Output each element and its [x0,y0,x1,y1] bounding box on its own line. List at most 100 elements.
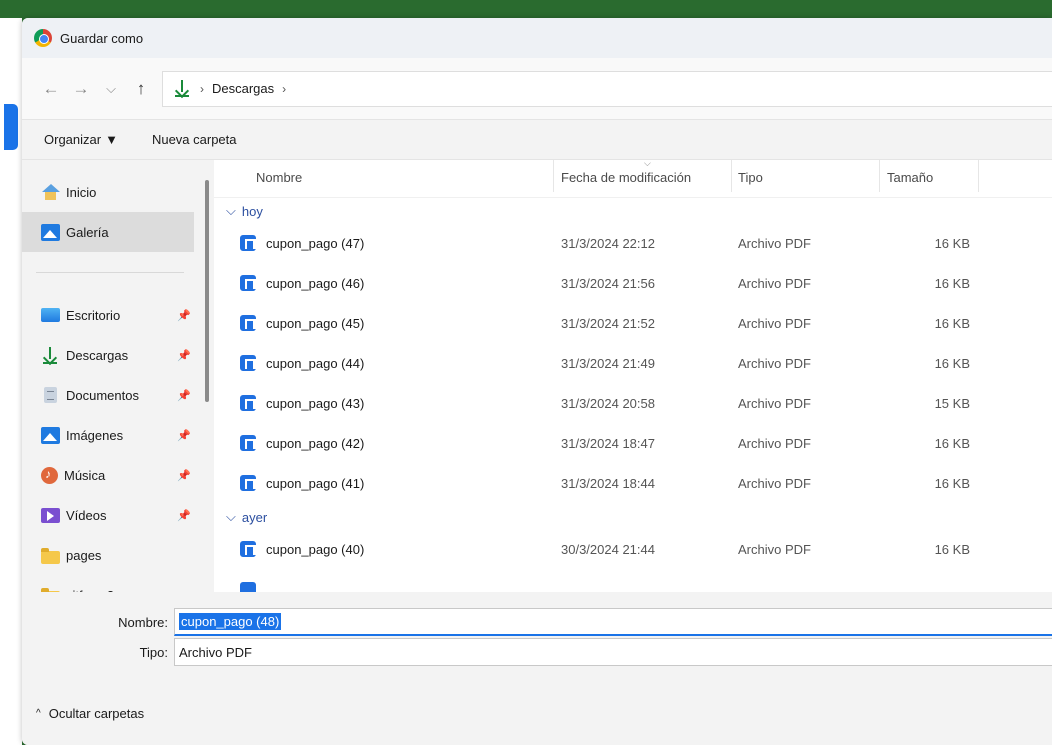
file-size: 16 KB [934,476,970,491]
hide-folders-label: Ocultar carpetas [48,706,145,721]
back-arrow-icon[interactable]: ← [36,74,66,104]
breadcrumb-separator-icon[interactable]: › [200,82,204,96]
column-header-size[interactable]: Tamaño [887,170,933,185]
sidebar-item-musica[interactable]: Música 📌 [22,455,214,495]
file-name: cupon_pago (46) [266,276,365,291]
desktop-icon [41,308,60,322]
pin-icon[interactable]: 📌 [177,309,191,322]
file-date: 30/3/2024 21:44 [561,542,655,557]
column-header-date[interactable]: Fecha de modificación [561,170,691,185]
file-name: cupon_pago (47) [266,236,365,251]
sidebar-item-pages[interactable]: pages [22,535,214,575]
sidebar-item-videos[interactable]: Vídeos 📌 [22,495,214,535]
sidebar-item-documentos[interactable]: Documentos 📌 [22,375,214,415]
file-size: 16 KB [934,276,970,291]
file-type-label: Tipo: [139,644,168,660]
file-size: 16 KB [934,356,970,371]
organize-menu-button[interactable]: Organizar ▼ [44,132,118,147]
column-divider[interactable] [731,160,732,192]
breadcrumb-descargas[interactable]: Descargas [212,81,274,96]
chevron-up-icon: ^ [36,708,41,719]
table-row[interactable]: cupon_pago (46) 31/3/2024 21:56 Archivo … [214,264,1052,304]
file-date: 31/3/2024 21:56 [561,276,655,291]
forward-arrow-icon[interactable]: → [66,74,96,104]
table-row[interactable]: cupon_pago (43) 31/3/2024 20:58 Archivo … [214,384,1052,424]
file-type: Archivo PDF [738,476,811,491]
file-date: 31/3/2024 18:44 [561,476,655,491]
sidebar-item-label: Galería [66,224,109,240]
group-header-hoy[interactable]: ⌵ hoy [214,198,1052,224]
pin-icon[interactable]: 📌 [177,389,191,402]
sidebar-item-descargas[interactable]: Descargas 📌 [22,335,214,375]
dialog-content: Inicio Galería Escritorio 📌 Descargas 📌 … [22,158,1052,604]
table-row[interactable]: cupon_pago (40) 30/3/2024 21:44 Archivo … [214,530,1052,570]
pin-icon[interactable]: 📌 [177,429,191,442]
title-bar: Guardar como [22,18,1052,58]
organize-label: Organizar [44,132,102,147]
pdf-file-icon [240,475,257,491]
gallery-icon [41,223,60,241]
file-type: Archivo PDF [738,316,811,331]
file-size: 16 KB [934,316,970,331]
save-as-dialog: Guardar como ← → ⌵ ↑ › Descargas › Organ… [22,18,1052,745]
column-header-type[interactable]: Tipo [738,170,763,185]
table-row[interactable]: cupon_pago (41) 31/3/2024 18:44 Archivo … [214,464,1052,504]
file-size: 15 KB [934,396,970,411]
sidebar-item-label: Escritorio [66,307,121,323]
file-type-row: Tipo: Archivo PDF [22,638,1052,666]
file-name: cupon_pago (42) [266,436,365,451]
file-type: Archivo PDF [738,436,811,451]
file-name: cupon_pago (45) [266,316,365,331]
group-header-ayer[interactable]: ⌵ ayer [214,504,1052,530]
file-name: cupon_pago (41) [266,476,365,491]
images-icon [41,426,60,444]
file-type: Archivo PDF [738,236,811,251]
sidebar-item-escritorio[interactable]: Escritorio 📌 [22,295,214,335]
downloads-icon [41,346,60,364]
file-date: 31/3/2024 22:12 [561,236,655,251]
up-arrow-icon[interactable]: ↑ [126,74,156,104]
table-row[interactable]: cupon_pago (42) 31/3/2024 18:47 Archivo … [214,424,1052,464]
music-icon [41,466,58,484]
column-divider[interactable] [879,160,880,192]
background-tab [4,104,18,150]
file-name-field[interactable]: cupon_pago (48) [174,608,1052,636]
file-size: 16 KB [934,436,970,451]
sidebar-item-inicio[interactable]: Inicio [22,172,214,212]
sidebar-item-galeria[interactable]: Galería [22,212,194,252]
recent-locations-chevron-icon[interactable]: ⌵ [96,74,126,104]
home-icon [41,183,60,201]
sidebar-item-label: Inicio [66,184,97,200]
table-row[interactable]: cupon_pago (45) 31/3/2024 21:52 Archivo … [214,304,1052,344]
chrome-icon [34,29,52,47]
caret-down-icon: ▼ [105,132,118,147]
sidebar-scrollbar[interactable] [205,180,209,402]
column-header-name[interactable]: Nombre [256,170,302,185]
pin-icon[interactable]: 📌 [177,469,191,482]
pdf-file-icon [240,275,257,291]
new-folder-button[interactable]: Nueva carpeta [152,132,237,147]
file-name-value: cupon_pago (48) [179,613,282,630]
background-window [0,18,22,745]
table-row[interactable]: cupon_pago (47) 31/3/2024 22:12 Archivo … [214,224,1052,264]
pdf-file-icon [240,582,256,592]
file-date: 31/3/2024 21:52 [561,316,655,331]
pin-icon[interactable]: 📌 [177,509,191,522]
table-row[interactable]: cupon_pago (44) 31/3/2024 21:49 Archivo … [214,344,1052,384]
file-type-select[interactable]: Archivo PDF [174,638,1052,666]
file-date: 31/3/2024 21:49 [561,356,655,371]
pdf-file-icon [240,355,257,371]
column-headers: ⌵ Nombre Fecha de modificación Tipo Tama… [214,158,1052,198]
file-name: cupon_pago (44) [266,356,365,371]
file-name-label: Nombre: [118,614,168,630]
file-date: 31/3/2024 18:47 [561,436,655,451]
column-divider[interactable] [553,160,554,192]
file-name: cupon_pago (40) [266,542,365,557]
file-size: 16 KB [934,542,970,557]
hide-folders-button[interactable]: ^ Ocultar carpetas [36,706,144,721]
address-bar[interactable]: › Descargas › [162,70,1052,107]
pin-icon[interactable]: 📌 [177,349,191,362]
sidebar-item-imagenes[interactable]: Imágenes 📌 [22,415,214,455]
column-divider[interactable] [978,160,979,192]
breadcrumb-separator-icon[interactable]: › [282,82,286,96]
